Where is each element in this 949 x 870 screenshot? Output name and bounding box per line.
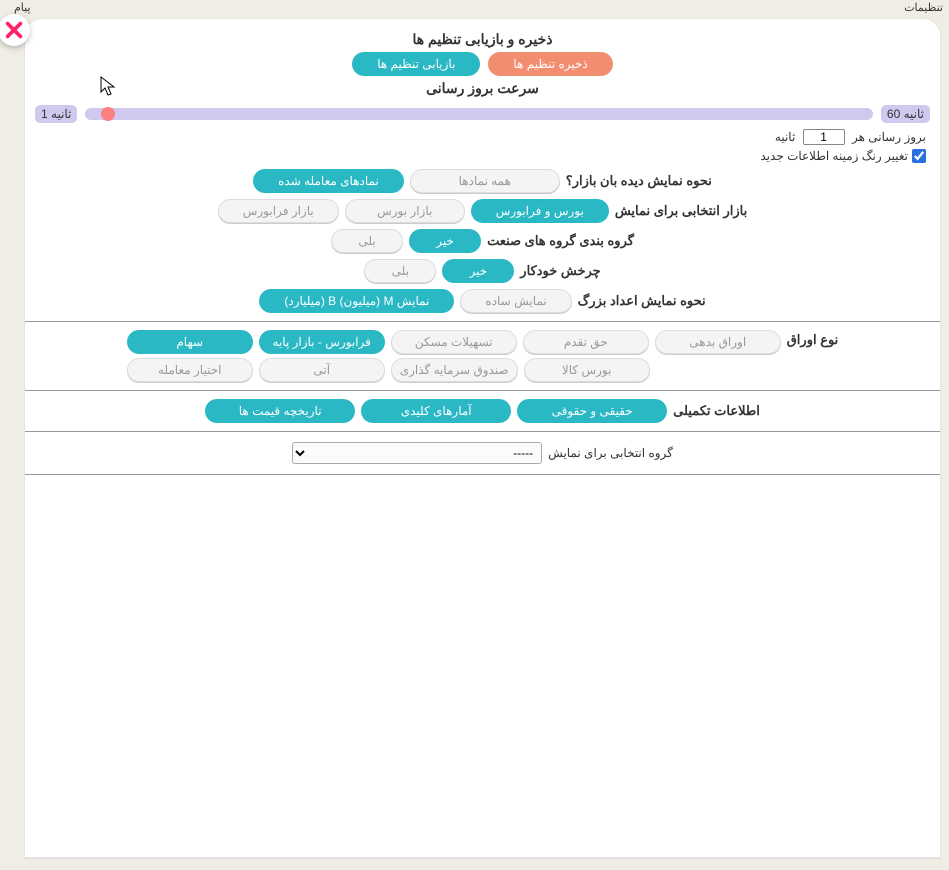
refresh-suffix: ثانیه: [775, 130, 795, 144]
bignum-simple[interactable]: نمایش ساده: [460, 289, 571, 313]
opt-all-symbols[interactable]: همه نمادها: [410, 169, 560, 193]
auto-rotate-label: چرخش خودکار: [520, 263, 600, 279]
restore-settings-button[interactable]: بازیابی تنظیم ها: [352, 52, 480, 76]
bg-color-checkbox[interactable]: [912, 149, 926, 163]
refresh-slider[interactable]: [85, 108, 872, 120]
supplementary-label: اطلاعات تکمیلی: [673, 403, 760, 419]
slider-thumb[interactable]: [101, 107, 115, 121]
pt-option[interactable]: اختیار معامله: [127, 358, 253, 382]
market-select-label: بازار انتخابی برای نمایش: [615, 203, 747, 219]
pt-ati[interactable]: آتی: [259, 358, 385, 382]
display-mode-label: نحوه نمایش دیده بان بازار؟: [566, 173, 712, 189]
bignum-mb[interactable]: نمایش M (میلیون) B (میلیارد): [259, 289, 454, 313]
topbar-crumb: پیام: [14, 1, 31, 14]
pt-commodity[interactable]: بورس کالا: [524, 358, 650, 382]
si-real-legal[interactable]: حقیقی و حقوقی: [517, 399, 667, 423]
opt-farabourse[interactable]: بازار فرابورس: [218, 199, 339, 223]
si-key-stats[interactable]: آمارهای کلیدی: [361, 399, 511, 423]
opt-bourse[interactable]: بازار بورس: [345, 199, 465, 223]
slider-min-label: ثانیه 1: [35, 105, 77, 123]
slider-max-label: ثانیه 60: [881, 105, 930, 123]
refresh-speed-title: سرعت بروز رسانی: [35, 80, 930, 97]
opt-traded-symbols[interactable]: نمادهای معامله شده: [253, 169, 404, 193]
save-restore-title: ذخیره و بازیابی تنظیم ها: [35, 31, 930, 48]
pt-debt[interactable]: اوراق بدهی: [655, 330, 781, 354]
industry-no[interactable]: خیر: [409, 229, 481, 253]
bg-color-label: تغییر رنگ زمینه اطلاعات جدید: [760, 149, 908, 163]
si-price-history[interactable]: تاریخچه قیمت ها: [205, 399, 355, 423]
industry-yes[interactable]: بلی: [331, 229, 403, 253]
pt-fara-payeh[interactable]: فرابورس - بازار پایه: [259, 330, 385, 354]
group-select-label: گروه انتخابی برای نمایش: [548, 446, 673, 460]
paper-type-label: نوع اوراق: [787, 332, 839, 348]
industry-group-label: گروه بندی گروه های صنعت: [487, 233, 634, 249]
cursor-icon: [100, 76, 118, 103]
refresh-prefix: بروز رسانی هر: [852, 130, 926, 144]
topbar-settings-label: تنظیمات: [904, 1, 943, 14]
pt-fund[interactable]: صندوق سرمایه گذاری: [391, 358, 518, 382]
save-settings-button[interactable]: ذخیره تنظیم ها: [488, 52, 612, 76]
rotate-yes[interactable]: بلی: [364, 259, 436, 283]
pt-saham[interactable]: سهام: [127, 330, 253, 354]
refresh-interval-input[interactable]: [803, 129, 845, 145]
rotate-no[interactable]: خیر: [442, 259, 514, 283]
pt-taqaddom[interactable]: حق تقدم: [523, 330, 649, 354]
opt-bourse-fara[interactable]: بورس و فرابورس: [471, 199, 609, 223]
big-numbers-label: نحوه نمایش اعداد بزرگ: [578, 293, 706, 309]
group-select[interactable]: -----: [292, 442, 542, 464]
pt-maskan[interactable]: تسهیلات مسکن: [391, 330, 517, 354]
close-x-icon: [3, 19, 25, 41]
